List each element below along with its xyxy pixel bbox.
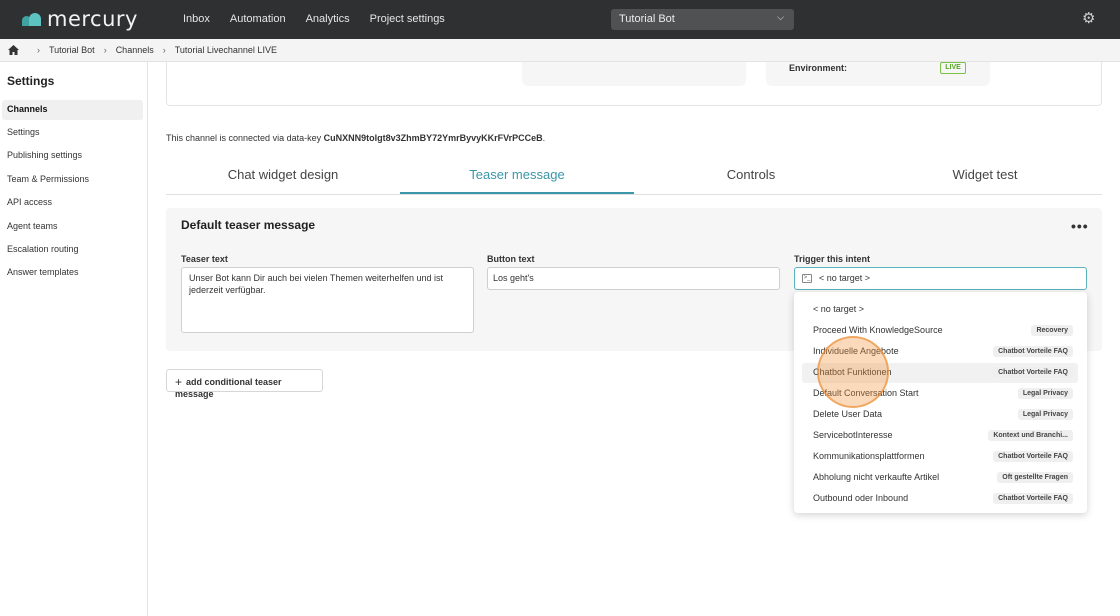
bot-select[interactable]: Tutorial Bot ⌵	[611, 9, 794, 30]
terminal-icon: >_	[802, 274, 812, 283]
option-label: Kommunikationsplattformen	[813, 451, 925, 461]
sidebar-item-channels[interactable]: Channels	[2, 100, 143, 120]
panel-title: Default teaser message	[181, 218, 316, 232]
option-badge: Oft gestellte Fragen	[997, 472, 1073, 483]
tab-teaser-message[interactable]: Teaser message	[400, 160, 634, 194]
chevron-right-icon: ›	[162, 45, 166, 55]
teaser-text-label: Teaser text	[181, 254, 228, 264]
breadcrumb-item[interactable]: Tutorial Livechannel LIVE	[175, 45, 277, 55]
option-label: Delete User Data	[813, 409, 883, 419]
option-badge: Legal Privacy	[1017, 409, 1073, 420]
trigger-intent-value: < no target >	[819, 273, 871, 283]
teaser-text-input[interactable]: Unser Bot kann Dir auch bei vielen Theme…	[181, 267, 474, 333]
option-badge: Chatbot Vorteile FAQ	[993, 451, 1073, 462]
add-conditional-label: add conditional teaser message	[175, 377, 282, 399]
info-box	[522, 62, 746, 86]
data-key-prefix: This channel is connected via data-key	[166, 133, 322, 143]
breadcrumb-item[interactable]: Channels	[116, 45, 154, 55]
button-text-label: Button text	[487, 254, 535, 264]
plus-icon: +	[175, 375, 183, 389]
option-label: Abholung nicht verkaufte Artikel	[813, 472, 940, 482]
trigger-intent-input[interactable]: >_ < no target >	[794, 267, 1087, 290]
dropdown-option[interactable]: Abholung nicht verkaufte Artikel Oft gest…	[802, 468, 1078, 488]
sidebar-item-api-access[interactable]: API access	[2, 193, 143, 213]
top-bar: mercury Inbox Automation Analytics Proje…	[0, 0, 1120, 39]
bot-select-value: Tutorial Bot	[619, 13, 675, 25]
breadcrumb-item[interactable]: Tutorial Bot	[49, 45, 95, 55]
option-label: Chatbot Funktionen	[813, 367, 892, 377]
environment-label: Environment:	[789, 63, 848, 73]
tabs: Chat widget design Teaser message Contro…	[166, 160, 1102, 195]
nav-inbox[interactable]: Inbox	[183, 13, 210, 25]
dropdown-option[interactable]: < no target >	[802, 300, 1078, 320]
nav-project-settings[interactable]: Project settings	[370, 13, 445, 25]
data-key-value: CuNXNN9tolgt8v3ZhmBY72YmrByvyKKrFVrPCCeB	[323, 133, 543, 143]
option-label: ServicebotInteresse	[813, 430, 893, 440]
option-badge: Recovery	[1031, 325, 1073, 336]
option-badge: Chatbot Vorteile FAQ	[993, 346, 1073, 357]
chevron-down-icon: ⌵	[777, 12, 784, 22]
sidebar-title: Settings	[7, 74, 55, 88]
breadcrumb: › Tutorial Bot › Channels › Tutorial Liv…	[0, 39, 1120, 62]
sidebar-item-answer-templates[interactable]: Answer templates	[2, 263, 143, 283]
option-label: Default Conversation Start	[813, 388, 919, 398]
add-conditional-teaser-button[interactable]: + add conditional teaser message	[166, 369, 323, 399]
mercury-logo[interactable]: mercury	[22, 7, 138, 31]
dropdown-option[interactable]: Kommunikationsplattformen Chatbot Vorteil…	[802, 447, 1078, 467]
gear-icon[interactable]: ⚙	[1082, 11, 1097, 26]
dropdown-option[interactable]: Default Conversation Start Legal Privacy	[802, 384, 1078, 404]
dropdown-option[interactable]: ServicebotInteresse Kontext und Branchi..…	[802, 426, 1078, 446]
option-label: Individuelle Angebote	[813, 346, 899, 356]
sidebar-item-agent-teams[interactable]: Agent teams	[2, 217, 143, 237]
logo-text: mercury	[47, 7, 138, 31]
dropdown-option[interactable]: Outbound oder Inbound Chatbot Vorteile FA…	[802, 489, 1078, 509]
sidebar-item-team-permissions[interactable]: Team & Permissions	[2, 170, 143, 190]
sidebar-item-settings[interactable]: Settings	[2, 123, 143, 143]
option-label: Proceed With KnowledgeSource	[813, 325, 943, 335]
dropdown-option[interactable]: Chatbot Funktionen Chatbot Vorteile FAQ	[802, 363, 1078, 383]
home-icon[interactable]	[8, 45, 19, 55]
top-nav: Inbox Automation Analytics Project setti…	[183, 13, 465, 25]
sidebar-item-publishing-settings[interactable]: Publishing settings	[2, 146, 143, 166]
trigger-intent-label: Trigger this intent	[794, 254, 871, 264]
live-badge: LIVE	[940, 62, 966, 74]
data-key-suffix: .	[542, 133, 546, 143]
nav-automation[interactable]: Automation	[230, 13, 286, 25]
option-badge: Chatbot Vorteile FAQ	[993, 367, 1073, 378]
option-badge: Legal Privacy	[1017, 388, 1073, 399]
dropdown-option[interactable]: Proceed With KnowledgeSource Recovery	[802, 321, 1078, 341]
tab-widget-test[interactable]: Widget test	[868, 160, 1102, 194]
tab-controls[interactable]: Controls	[634, 160, 868, 194]
chevron-right-icon: ›	[103, 45, 107, 55]
intent-dropdown: < no target > Proceed With KnowledgeSour…	[794, 292, 1087, 513]
sidebar: Settings Channels Settings Publishing se…	[0, 62, 148, 616]
more-options-icon[interactable]: •••	[1071, 218, 1089, 234]
dropdown-option[interactable]: Individuelle Angebote Chatbot Vorteile FA…	[802, 342, 1078, 362]
dropdown-option[interactable]: Delete User Data Legal Privacy	[802, 405, 1078, 425]
tab-chat-widget-design[interactable]: Chat widget design	[166, 160, 400, 194]
sidebar-item-escalation-routing[interactable]: Escalation routing	[2, 240, 143, 260]
option-badge: Chatbot Vorteile FAQ	[993, 493, 1073, 504]
option-badge: Kontext und Branchi...	[988, 430, 1073, 441]
nav-analytics[interactable]: Analytics	[306, 13, 350, 25]
option-label: Outbound oder Inbound	[813, 493, 909, 503]
data-key-text: This channel is connected via data-key C…	[166, 133, 545, 143]
button-text-input[interactable]: Los geht's	[487, 267, 780, 290]
option-label: < no target >	[813, 304, 865, 314]
logo-mark-icon	[22, 13, 41, 26]
chevron-right-icon: ›	[37, 45, 40, 55]
